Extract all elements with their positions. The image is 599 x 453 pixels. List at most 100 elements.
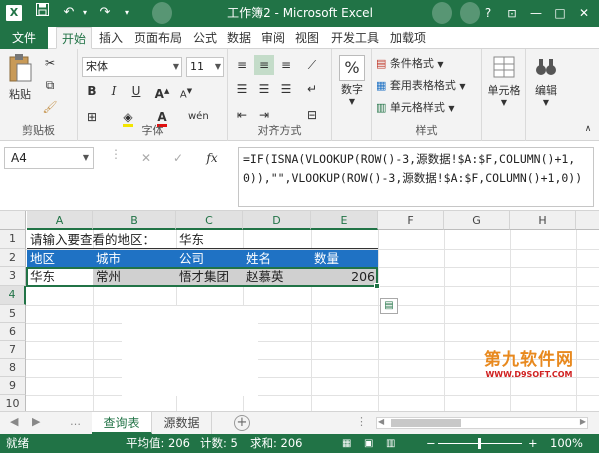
zoom-in-button[interactable]: + [528,434,538,453]
cell-a1[interactable]: 请输入要查看的地区： [27,231,177,249]
column-header-h[interactable]: H [510,211,576,230]
tab-review[interactable]: 审阅 [258,27,288,49]
page-break-view-icon[interactable]: ▥ [386,434,395,453]
row-header-3[interactable]: 3 [0,267,26,286]
column-header-b[interactable]: B [93,211,176,230]
ribbon-display-options-button[interactable]: ⊡ [500,0,524,27]
cancel-entry-button[interactable]: ✕ [136,148,156,168]
format-painter-icon[interactable]: 🖌 [40,97,60,117]
formula-input[interactable]: =IF(ISNA(VLOOKUP(ROW()-3,源数据!$A:$F,COLUM… [238,147,594,207]
tab-insert[interactable]: 插入 [96,27,126,49]
sheet-tab-source[interactable]: 源数据 [152,412,212,434]
paste-button[interactable]: 粘贴 [4,53,36,105]
undo-dropdown-icon[interactable]: ▾ [80,3,90,23]
column-header-e[interactable]: E [311,211,378,230]
collapse-ribbon-icon[interactable]: ∧ [578,119,598,139]
sheet-next-icon[interactable]: ▶ [32,415,40,428]
scroll-right-icon[interactable]: ▶ [580,417,586,426]
editing-button[interactable]: 编辑 ▼ [528,55,564,109]
cut-icon[interactable]: ✂ [40,53,60,73]
font-name-select[interactable]: 宋体 ▼ [82,57,182,77]
row-header-4[interactable]: 4 [0,286,26,305]
column-header-c[interactable]: C [176,211,243,230]
normal-view-icon[interactable]: ▦ [342,434,351,453]
orientation-icon[interactable]: ⟋ [302,55,322,75]
copy-icon[interactable]: ⧉ [40,75,60,95]
close-button[interactable]: ✕ [572,0,596,27]
cell-c1[interactable]: 华东 [176,231,243,249]
row-header-2[interactable]: 2 [0,249,26,267]
align-right-icon[interactable]: ☰ [276,79,296,99]
zoom-out-button[interactable]: − [426,434,436,453]
scroll-left-icon[interactable]: ◀ [378,417,384,426]
cell-styles-button[interactable]: ▥ 单元格样式 ▼ [376,99,480,117]
number-group: % 数字 ▼ [332,49,372,141]
tab-file[interactable]: 文件 [0,27,48,49]
conditional-formatting-button[interactable]: ▤ 条件格式 ▼ [376,55,480,73]
cell-d3[interactable]: 姓名 [243,250,311,268]
row-header-5[interactable]: 5 [0,305,26,323]
add-sheet-button[interactable]: + [234,415,250,431]
tab-add-ins[interactable]: 加载项 [388,27,428,49]
column-header-d[interactable]: D [243,211,311,230]
cell-e3[interactable]: 数量 [311,250,378,268]
column-header-f[interactable]: F [378,211,444,230]
tab-home[interactable]: 开始 [56,27,92,49]
cell-b3[interactable]: 城市 [93,250,176,268]
tab-split-grip[interactable]: ⋮ [356,415,367,428]
undo-icon[interactable]: ↶ [58,3,80,23]
increase-font-icon[interactable]: A▲ [152,81,172,101]
wrap-text-icon[interactable]: ↵ [302,79,322,99]
zoom-slider-thumb[interactable] [478,438,481,449]
quick-analysis-icon[interactable]: ▤ [380,298,398,314]
save-icon[interactable] [32,3,52,23]
number-format-button[interactable]: % 数字 ▼ [336,55,368,109]
tab-view[interactable]: 视图 [292,27,322,49]
cells-button[interactable]: 单元格 ▼ [484,55,524,109]
column-header-a[interactable]: A [27,211,93,230]
horizontal-scrollbar[interactable]: ◀ ▶ [376,417,588,429]
customize-qat-icon[interactable]: ▾ [120,3,134,23]
scroll-thumb[interactable] [391,419,461,427]
tab-data[interactable]: 数据 [224,27,254,49]
enter-entry-button[interactable]: ✓ [168,148,188,168]
select-all-button[interactable] [0,211,26,230]
worksheet-grid[interactable]: A B C D E F G H 1 2 3 4 5 6 7 8 9 10 11 … [0,211,599,411]
align-left-icon[interactable]: ☰ [232,79,252,99]
more-sheets-icon[interactable]: … [70,415,81,428]
row-header-6[interactable]: 6 [0,323,26,341]
underline-button[interactable]: U [126,81,146,101]
zoom-level[interactable]: 100% [550,434,583,453]
align-bottom-icon[interactable]: ≡ [276,55,296,75]
row-header-9[interactable]: 9 [0,377,26,395]
align-center-icon[interactable]: ☰ [254,79,274,99]
redo-icon[interactable]: ↷ [94,3,116,23]
minimize-button[interactable]: — [524,0,548,27]
row-header-10[interactable]: 10 [0,395,26,411]
help-button[interactable]: ? [476,0,500,27]
insert-function-button[interactable]: fx [202,148,222,168]
tab-developer[interactable]: 开发工具 [328,27,382,49]
cell-a3[interactable]: 地区 [27,250,93,268]
sheet-tab-query[interactable]: 查询表 [92,412,152,434]
cell-c3[interactable]: 公司 [176,250,243,268]
decorative-skull-icon [432,2,452,24]
column-header-g[interactable]: G [444,211,510,230]
name-box[interactable]: A4 ▼ [4,147,94,169]
italic-button[interactable]: I [104,81,124,101]
maximize-button[interactable]: □ [548,0,572,27]
align-middle-icon[interactable]: ≡ [254,55,274,75]
fill-handle[interactable] [374,283,380,289]
page-layout-view-icon[interactable]: ▣ [364,434,373,453]
row-header-8[interactable]: 8 [0,359,26,377]
decrease-font-icon[interactable]: A▼ [176,81,196,101]
row-header-1[interactable]: 1 [0,230,26,249]
align-top-icon[interactable]: ≡ [232,55,252,75]
tab-formulas[interactable]: 公式 [190,27,220,49]
format-as-table-button[interactable]: ▦ 套用表格格式 ▼ [376,77,480,95]
sheet-prev-icon[interactable]: ◀ [10,415,18,428]
tab-page-layout[interactable]: 页面布局 [130,27,186,49]
font-size-select[interactable]: 11 ▼ [186,57,224,77]
bold-button[interactable]: B [82,81,102,101]
row-header-7[interactable]: 7 [0,341,26,359]
